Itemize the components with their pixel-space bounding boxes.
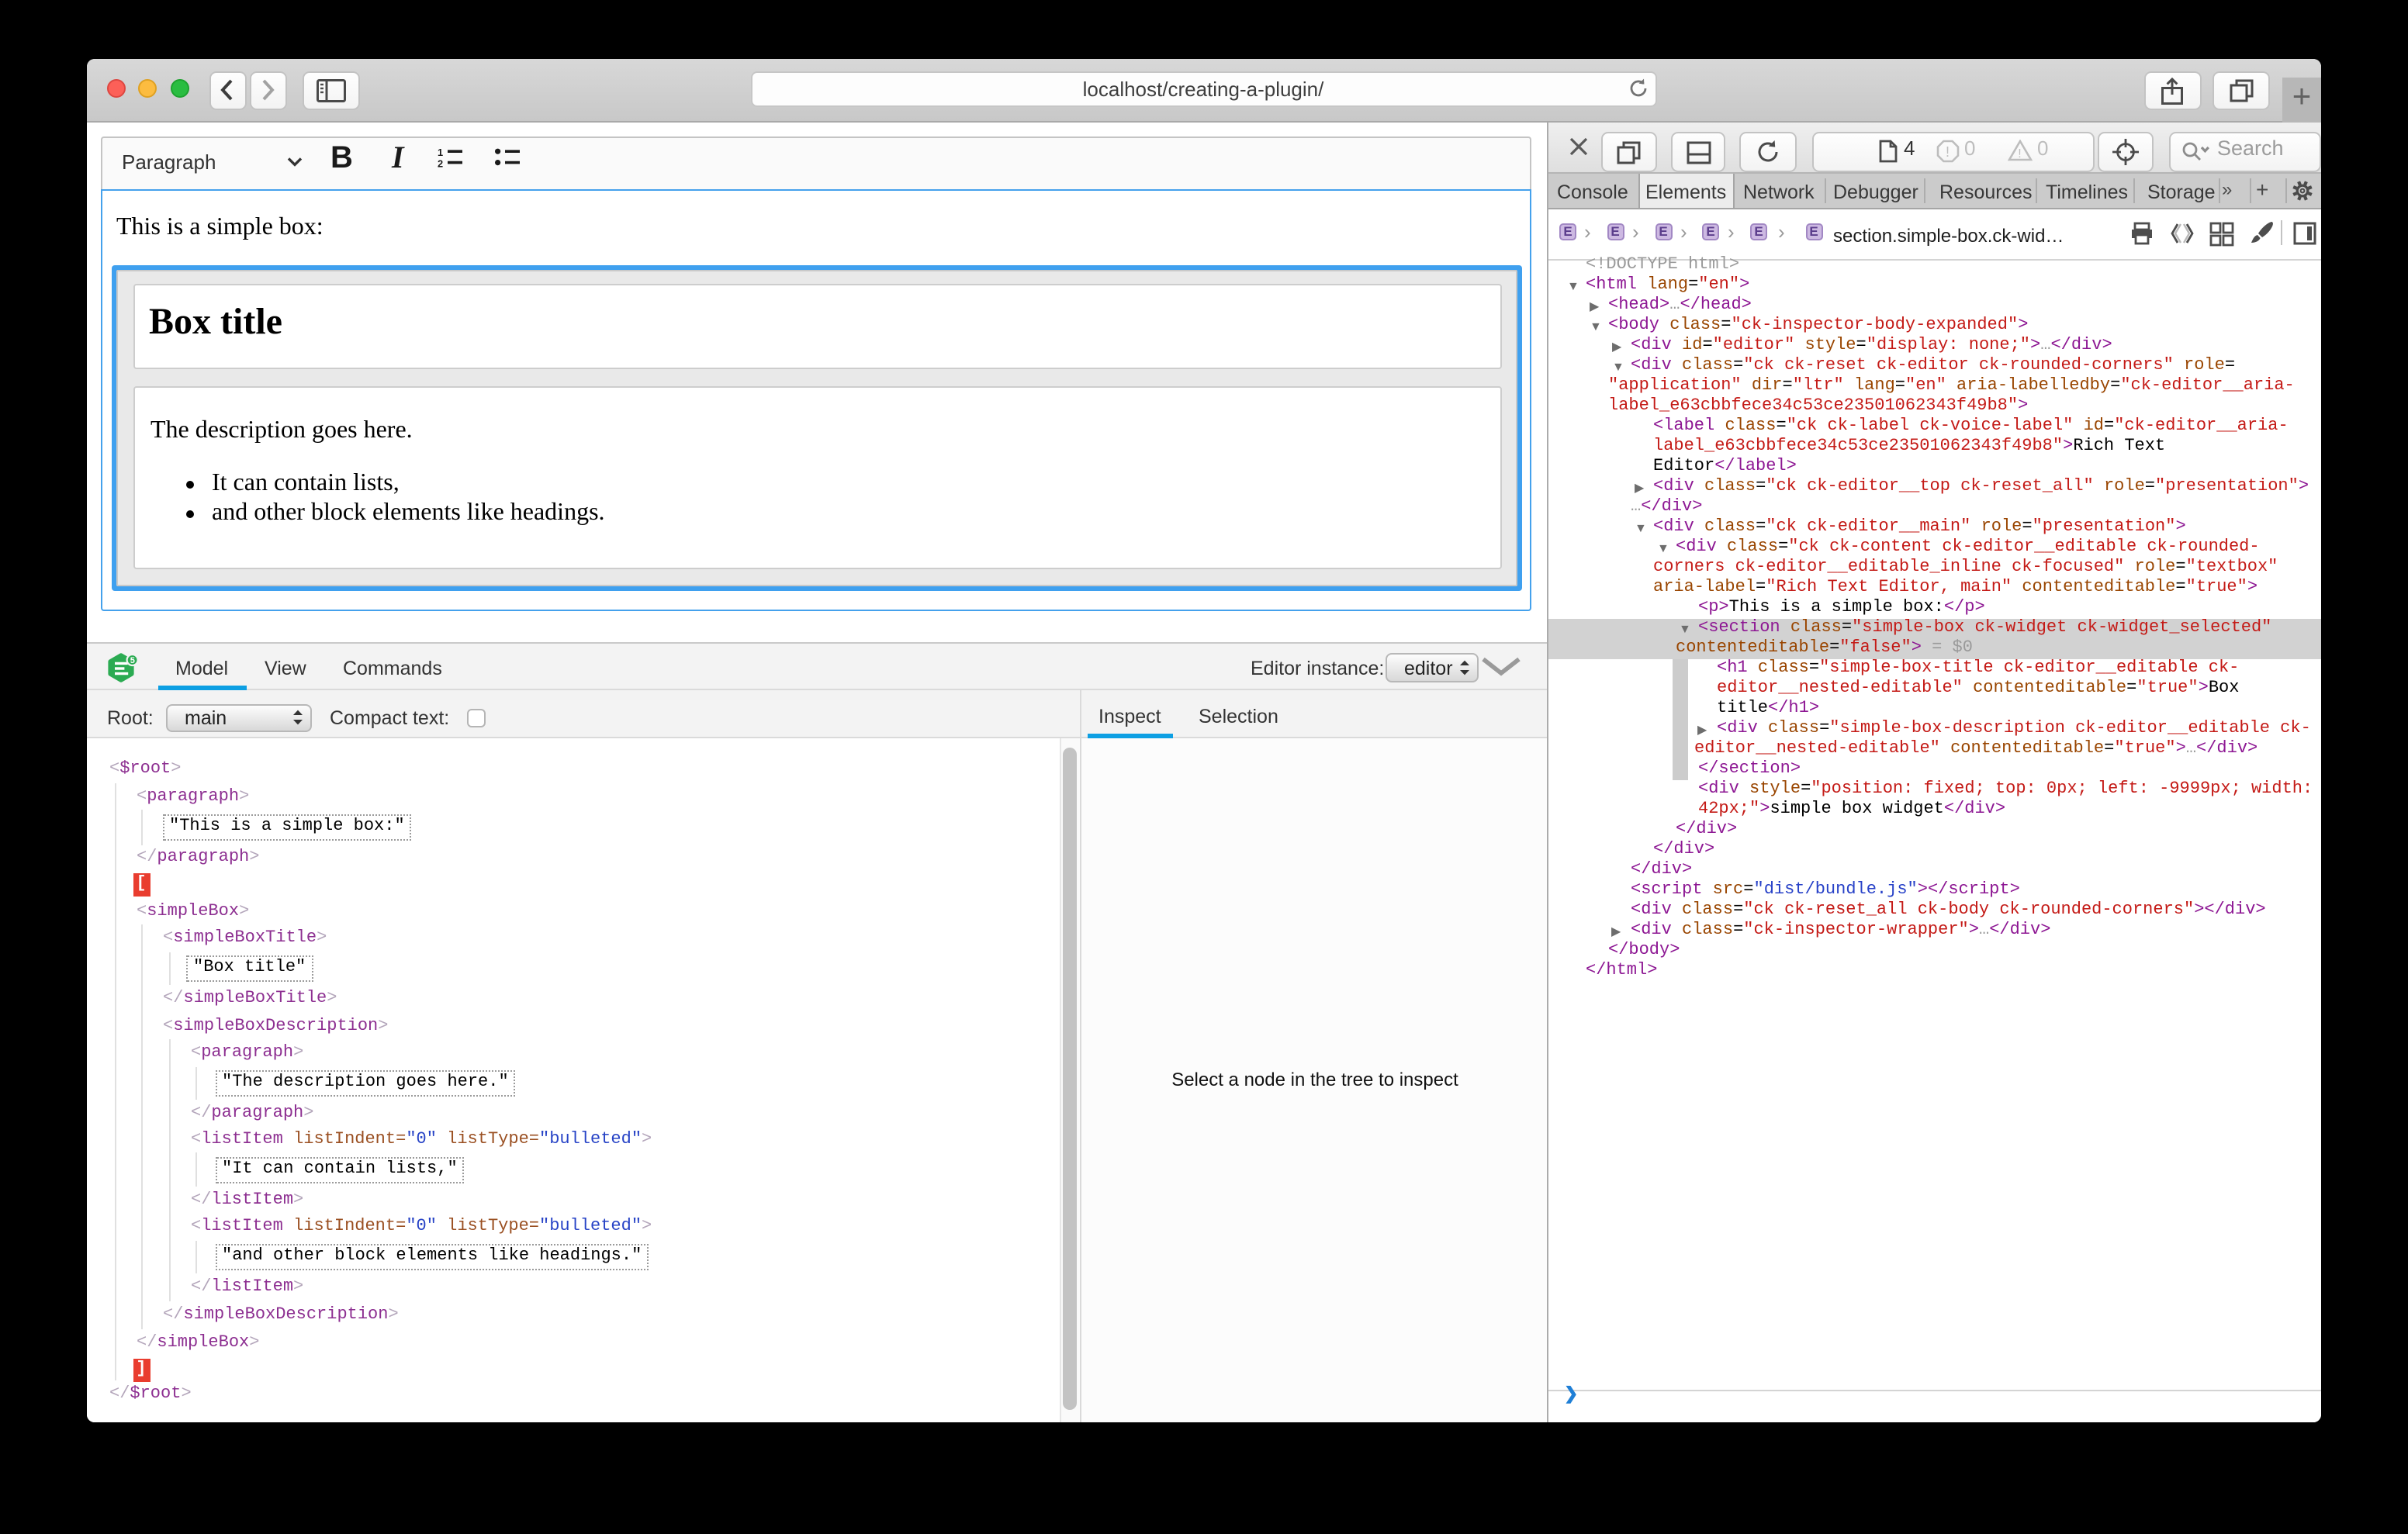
svg-text:2: 2 bbox=[437, 157, 442, 167]
svg-text:1: 1 bbox=[437, 147, 442, 157]
svg-text:!: ! bbox=[2018, 147, 2021, 161]
svg-text:5: 5 bbox=[130, 656, 134, 665]
svg-text:!: ! bbox=[1946, 144, 1950, 160]
